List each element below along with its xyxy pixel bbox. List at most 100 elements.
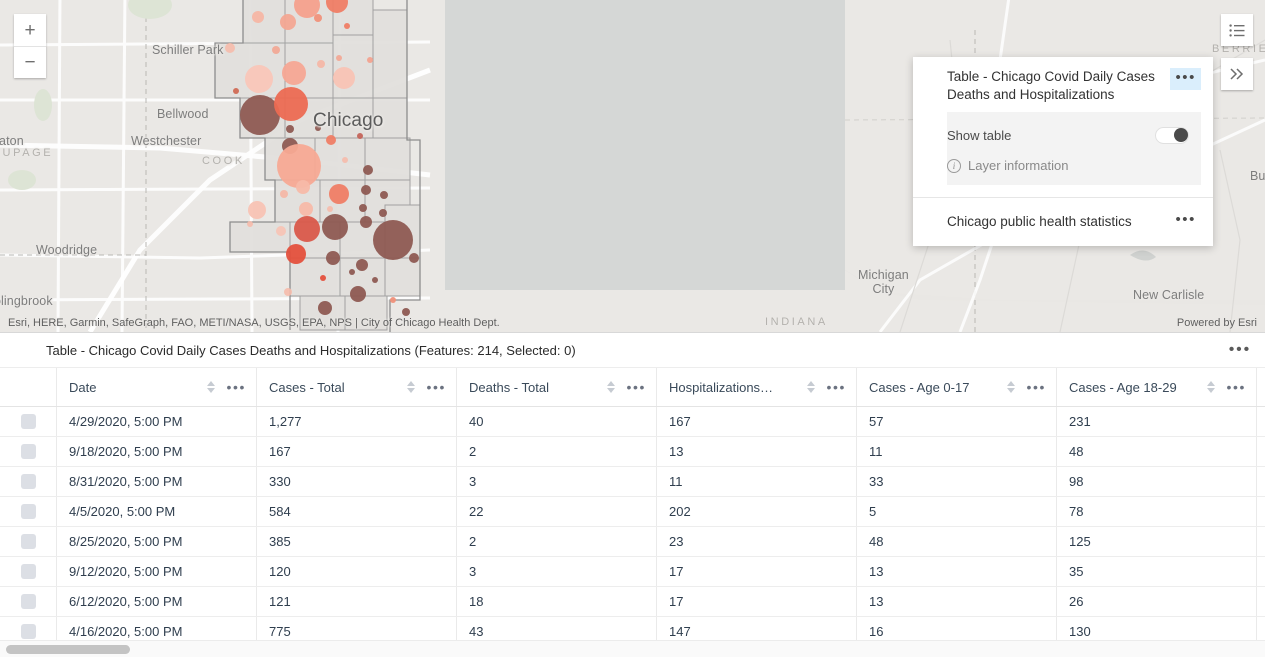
column-header-deaths-total[interactable]: Deaths - Total ••• <box>457 368 657 406</box>
column-header-date[interactable]: Date ••• <box>57 368 257 406</box>
row-checkbox[interactable] <box>20 564 36 579</box>
layer-options-panel[interactable]: Table - Chicago Covid Daily Cases Deaths… <box>913 57 1213 246</box>
table-row[interactable]: 9/18/2020, 5:00 PM 167 2 13 11 48 <box>0 437 1265 467</box>
table-cell: 18 <box>457 587 657 616</box>
table-cell: 11 <box>857 437 1057 466</box>
table-cell: 13 <box>657 437 857 466</box>
table-cell: 8/25/2020, 5:00 PM <box>57 527 257 556</box>
table-cell: 4/5/2020, 5:00 PM <box>57 497 257 526</box>
table-cell: 4/29/2020, 5:00 PM <box>57 407 257 436</box>
app-root: Schiller Park Bellwood Westchester COOK … <box>0 0 1265 657</box>
table-cell: 17 <box>657 587 857 616</box>
column-header-hospitalizations[interactable]: Hospitalizations… ••• <box>657 368 857 406</box>
table-cell: 584 <box>257 497 457 526</box>
column-menu-button[interactable]: ••• <box>226 380 246 394</box>
layer-panel-title: Table - Chicago Covid Daily Cases Deaths… <box>947 69 1155 102</box>
column-menu-button[interactable]: ••• <box>1026 380 1046 394</box>
row-select-cell[interactable] <box>0 497 57 526</box>
table-cell: 98 <box>1057 467 1257 496</box>
table-header-bar: Table - Chicago Covid Daily Cases Deaths… <box>0 333 1265 368</box>
second-layer-title: Chicago public health statistics <box>947 213 1132 229</box>
column-menu-button[interactable]: ••• <box>626 380 646 394</box>
expand-panel-button[interactable] <box>1221 58 1253 90</box>
second-layer-row[interactable]: Chicago public health statistics ••• <box>913 198 1213 246</box>
table-cell: 17 <box>657 557 857 586</box>
map-view[interactable]: Schiller Park Bellwood Westchester COOK … <box>0 0 1265 332</box>
double-chevron-right-icon <box>1230 68 1244 80</box>
show-table-toggle[interactable] <box>1155 126 1189 144</box>
select-all-cell[interactable] <box>0 368 57 406</box>
row-select-cell[interactable] <box>0 467 57 496</box>
column-menu-button[interactable]: ••• <box>1226 380 1246 394</box>
table-cell: 22 <box>457 497 657 526</box>
table-cell: 78 <box>1057 497 1257 526</box>
layer-options-button[interactable]: ••• <box>1170 68 1201 90</box>
sort-icon[interactable] <box>207 381 216 393</box>
column-menu-button[interactable]: ••• <box>826 380 846 394</box>
table-cell: 125 <box>1057 527 1257 556</box>
table-options-button[interactable]: ••• <box>1229 342 1251 358</box>
table-cell: 167 <box>657 407 857 436</box>
table-cell: 48 <box>857 527 1057 556</box>
column-label: Date <box>69 379 97 395</box>
sort-icon[interactable] <box>1207 381 1216 393</box>
table-cell: 9/12/2020, 5:00 PM <box>57 557 257 586</box>
show-table-row[interactable]: Show table <box>947 122 1189 148</box>
row-checkbox[interactable] <box>20 534 36 549</box>
sort-icon[interactable] <box>1007 381 1016 393</box>
row-checkbox[interactable] <box>20 444 36 459</box>
row-select-cell[interactable] <box>0 557 57 586</box>
table-row[interactable]: 4/29/2020, 5:00 PM 1,277 40 167 57 231 <box>0 407 1265 437</box>
row-select-cell[interactable] <box>0 527 57 556</box>
row-select-cell[interactable] <box>0 407 57 436</box>
sort-icon[interactable] <box>607 381 616 393</box>
row-select-cell[interactable] <box>0 587 57 616</box>
layer-panel-body: Show table i Layer information <box>947 112 1201 185</box>
zoom-out-button[interactable]: − <box>14 46 46 78</box>
column-label: Cases - Age 18-29 <box>1069 379 1177 395</box>
column-header-cases-age-18-29[interactable]: Cases - Age 18-29 ••• <box>1057 368 1257 406</box>
column-label: Hospitalizations… <box>669 379 774 395</box>
table-cell: 330 <box>257 467 457 496</box>
layer-panel-header: Table - Chicago Covid Daily Cases Deaths… <box>913 65 1213 112</box>
table-cell: 6/12/2020, 5:00 PM <box>57 587 257 616</box>
table-cell: 385 <box>257 527 457 556</box>
table-row[interactable]: 9/12/2020, 5:00 PM 120 3 17 13 35 <box>0 557 1265 587</box>
table-cell: 1,277 <box>257 407 457 436</box>
horizontal-scroll-thumb[interactable] <box>6 645 130 654</box>
table-cell: 3 <box>457 557 657 586</box>
table-row[interactable]: 8/25/2020, 5:00 PM 385 2 23 48 125 <box>0 527 1265 557</box>
table-cell: 57 <box>857 407 1057 436</box>
table-cell: 120 <box>257 557 457 586</box>
row-checkbox[interactable] <box>20 594 36 609</box>
row-checkbox[interactable] <box>20 474 36 489</box>
column-header-cases-age-0-17[interactable]: Cases - Age 0-17 ••• <box>857 368 1057 406</box>
row-checkbox[interactable] <box>20 414 36 429</box>
column-menu-button[interactable]: ••• <box>426 380 446 394</box>
table-cell: 13 <box>857 557 1057 586</box>
table-cell: 40 <box>457 407 657 436</box>
row-checkbox[interactable] <box>20 504 36 519</box>
layer-information-label: Layer information <box>968 158 1069 173</box>
sort-icon[interactable] <box>407 381 416 393</box>
attribute-table: Table - Chicago Covid Daily Cases Deaths… <box>0 332 1265 657</box>
table-header-row: Date ••• Cases - Total ••• Deaths - Tota… <box>0 368 1265 407</box>
table-body: 4/29/2020, 5:00 PM 1,277 40 167 57 231 9/18/20… <box>0 407 1265 647</box>
layer-information-row[interactable]: i Layer information <box>947 158 1189 173</box>
row-checkbox[interactable] <box>20 624 36 639</box>
table-row[interactable]: 8/31/2020, 5:00 PM 330 3 11 33 98 <box>0 467 1265 497</box>
row-select-cell[interactable] <box>0 437 57 466</box>
column-header-cases-total[interactable]: Cases - Total ••• <box>257 368 457 406</box>
second-layer-options-button[interactable]: ••• <box>1170 210 1201 232</box>
legend-button[interactable] <box>1221 14 1253 46</box>
table-cell: 9/18/2020, 5:00 PM <box>57 437 257 466</box>
table-cell: 11 <box>657 467 857 496</box>
table-cell: 3 <box>457 467 657 496</box>
table-cell: 33 <box>857 467 1057 496</box>
table-row[interactable]: 6/12/2020, 5:00 PM 121 18 17 13 26 <box>0 587 1265 617</box>
zoom-controls: + − <box>14 14 46 78</box>
sort-icon[interactable] <box>807 381 816 393</box>
table-horizontal-scrollbar[interactable] <box>0 640 1265 657</box>
zoom-in-button[interactable]: + <box>14 14 46 46</box>
table-row[interactable]: 4/5/2020, 5:00 PM 584 22 202 5 78 <box>0 497 1265 527</box>
